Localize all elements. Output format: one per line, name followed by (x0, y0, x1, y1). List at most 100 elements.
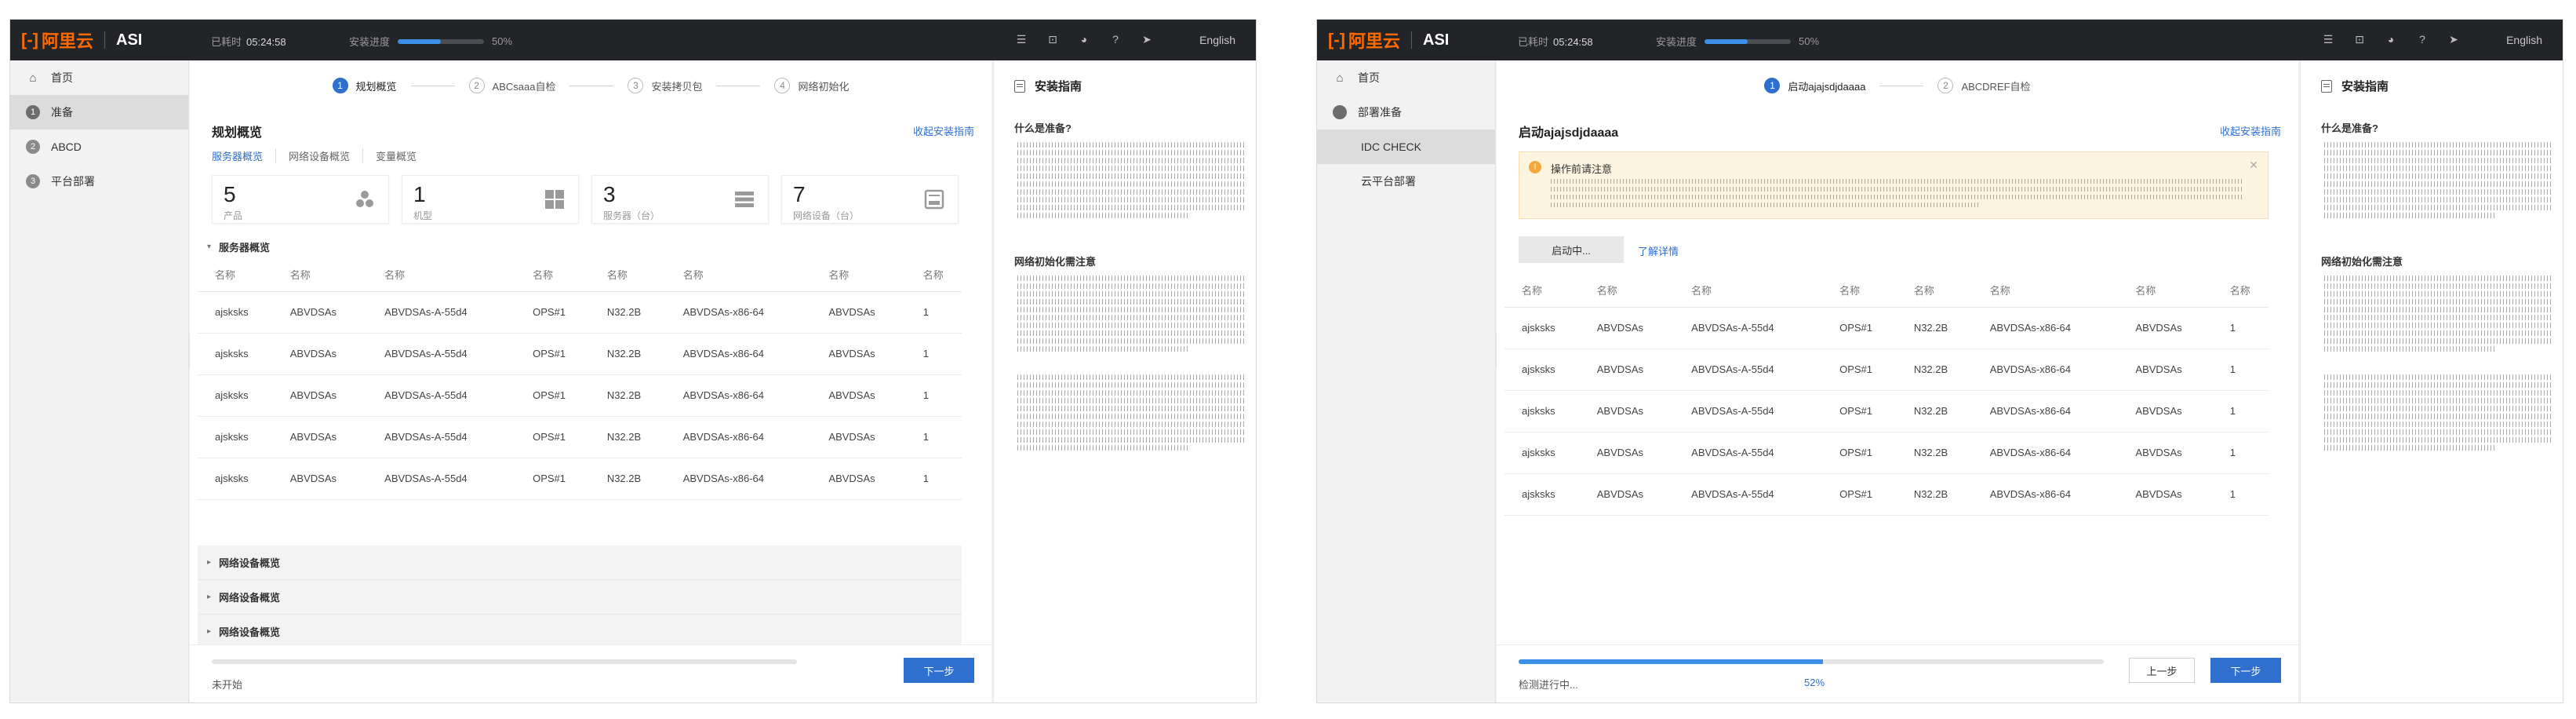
table-cell: N32.2B (1896, 307, 1973, 349)
table-cell: ajsksks (1504, 307, 1580, 349)
table-cell: 1 (905, 458, 962, 500)
tab-variable-overview[interactable]: 变量概览 (376, 148, 429, 163)
collapse-guide-link[interactable]: 收起安装指南 (913, 123, 974, 138)
pointer-icon[interactable]: ➤ (2447, 32, 2461, 46)
prev-button[interactable]: 上一步 (2129, 658, 2195, 683)
help-icon[interactable]: ? (1108, 32, 1122, 46)
table-cell: ABVDSAs-A-55d4 (367, 458, 516, 500)
sidebar-item-home[interactable]: ⌂ 首页 (1317, 60, 1495, 95)
sidebar-item-platform-deploy[interactable]: 3 平台部署 (10, 164, 188, 199)
sidebar-item-label: 部署准备 (1358, 106, 1402, 119)
network-group-1[interactable]: ▸ 网络设备概览 (198, 546, 962, 580)
step-4[interactable]: 4 网络初始化 (774, 78, 849, 93)
group-title: 网络设备概览 (219, 592, 281, 604)
sidebar-item-deploy-prepare[interactable]: 部署准备 (1317, 95, 1495, 130)
table-cell: OPS#1 (515, 333, 590, 375)
box-icon[interactable]: ⊡ (1046, 32, 1060, 46)
table-cell: ABVDSAs (811, 333, 906, 375)
table-cell: ABVDSAs-A-55d4 (367, 333, 516, 375)
network-group-header[interactable]: ▸ 网络设备概览 (198, 580, 962, 615)
table-cell: ABVDSAs (272, 291, 368, 334)
language-switch[interactable]: English (1199, 34, 1235, 46)
tab-network-overview[interactable]: 网络设备概览 (289, 148, 364, 163)
step-1[interactable]: 1 规划概览 (332, 78, 397, 93)
sidebar-item-home[interactable]: ⌂ 首页 (10, 60, 188, 95)
stat-label: 产品 (224, 210, 243, 221)
column-header: 名称 (905, 258, 962, 292)
list-icon[interactable]: ☰ (1014, 32, 1028, 46)
step-label: 安装拷贝包 (651, 80, 703, 93)
table-row[interactable]: ajsksks ABVDSAs ABVDSAs-A-55d4 OPS#1 N32.2B A… (198, 416, 962, 458)
table-cell: ABVDSAs-x86-64 (665, 333, 812, 375)
globe-icon[interactable]: ◕ (2384, 32, 2398, 46)
table-cell: 1 (2212, 307, 2269, 349)
globe-icon[interactable]: ◕ (1077, 32, 1091, 46)
install-progress-fill (398, 38, 442, 44)
table-row[interactable]: ajsksks ABVDSAs ABVDSAs-A-55d4 OPS#1 N32.2B A… (1504, 349, 2269, 391)
text-line (2324, 374, 2553, 380)
text-line (2324, 299, 2553, 305)
step-2[interactable]: 2 ABCDREF自检 (1937, 78, 2031, 93)
language-switch[interactable]: English (2506, 34, 2542, 46)
sidebar-item-idc-check[interactable]: IDC CHECK (1317, 130, 1495, 164)
list-icon[interactable]: ☰ (2321, 32, 2335, 46)
help-icon[interactable]: ? (2415, 32, 2429, 46)
text-line (1017, 330, 1246, 336)
table-row[interactable]: ajsksks ABVDSAs ABVDSAs-A-55d4 OPS#1 N32.2B A… (1504, 390, 2269, 432)
pointer-icon[interactable]: ➤ (1140, 32, 1154, 46)
table-cell: N32.2B (589, 416, 666, 458)
sidebar-item-cloud-deploy[interactable]: 云平台部署 (1317, 164, 1495, 199)
text-line (2324, 429, 2553, 435)
aliyun-logo[interactable]: [-] 阿里云 ASI (21, 29, 142, 51)
text-line (2324, 338, 2553, 344)
install-progress: 安装进度 50% (349, 34, 512, 49)
starting-button[interactable]: 启动中... (1519, 236, 1624, 263)
step-3[interactable]: 3 安装拷贝包 (628, 78, 702, 93)
text-line (2324, 166, 2553, 171)
tab-server-overview[interactable]: 服务器概览 (212, 148, 277, 163)
server-overview-section: ▾ 服务器概览 名称 名称 名称 名称 名称 名称 名称 名称 ajsksks … (198, 235, 962, 500)
step-2[interactable]: 2 ABCsaaa自检 (468, 78, 555, 93)
table-row[interactable]: ajsksks ABVDSAs ABVDSAs-A-55d4 OPS#1 N32.2B A… (198, 374, 962, 417)
text-line (1017, 189, 1246, 195)
table-cell: N32.2B (589, 291, 666, 334)
text-line (1017, 382, 1246, 388)
table-row[interactable]: ajsksks ABVDSAs ABVDSAs-A-55d4 OPS#1 N32.2B A… (198, 291, 962, 334)
elapsed-time: 已耗时 05:24:58 (211, 34, 286, 49)
install-progress-value: 50% (492, 35, 513, 47)
stat-card-models: 1 机型 (402, 175, 579, 224)
learn-more-link[interactable]: 了解详情 (1638, 243, 1679, 258)
table-cell: ABVDSAs-x86-64 (665, 374, 812, 417)
collapse-guide-link[interactable]: 收起安装指南 (2220, 123, 2281, 138)
server-group-header[interactable]: ▾ 服务器概览 (198, 235, 962, 258)
box-icon[interactable]: ⊡ (2352, 32, 2367, 46)
table-cell: 1 (2212, 390, 2269, 432)
caret-down-icon: ▾ (207, 242, 212, 251)
next-button[interactable]: 下一步 (904, 658, 974, 683)
text-line (1551, 187, 2244, 192)
network-group-2[interactable]: ▸ 网络设备概览 (198, 580, 962, 615)
network-group-header[interactable]: ▸ 网络设备概览 (198, 546, 962, 580)
status-text: 未开始 (212, 679, 243, 691)
table-row[interactable]: ajsksks ABVDSAs ABVDSAs-A-55d4 OPS#1 N32.2B A… (1504, 307, 2269, 349)
next-button[interactable]: 下一步 (2210, 658, 2281, 683)
sidebar-item-abcd[interactable]: 2 ABCD (10, 130, 188, 164)
aliyun-logo[interactable]: [-] 阿里云 ASI (1328, 29, 1449, 51)
table-row[interactable]: ajsksks ABVDSAs ABVDSAs-A-55d4 OPS#1 N32.2B A… (1504, 432, 2269, 474)
installer-screen-planning: [-] 阿里云 ASI 已耗时 05:24:58 安装进度 50% ☰ ⊡ ◕ ?… (9, 19, 1257, 703)
table-cell: ABVDSAs (2118, 473, 2213, 516)
text-line (2324, 398, 2553, 403)
table-cell: ABVDSAs-A-55d4 (367, 374, 516, 417)
close-icon[interactable]: ✕ (2249, 159, 2258, 172)
table-row[interactable]: ajsksks ABVDSAs ABVDSAs-A-55d4 OPS#1 N32.2B A… (1504, 473, 2269, 516)
sidebar-item-prepare[interactable]: 1 准备 (10, 95, 188, 130)
table-row[interactable]: ajsksks ABVDSAs ABVDSAs-A-55d4 OPS#1 N32.2B A… (198, 458, 962, 500)
step-1[interactable]: 1 启动ajajsdjdaaaa (1764, 78, 1865, 93)
table-cell: ABVDSAs-A-55d4 (1674, 307, 1823, 349)
footer-bar: 检测进行中... 52% 上一步 下一步 (1497, 644, 2298, 703)
table-cell: N32.2B (1896, 349, 1973, 391)
table-row[interactable]: ajsksks ABVDSAs ABVDSAs-A-55d4 OPS#1 N32.2B A… (198, 333, 962, 375)
text-line (2324, 437, 2553, 443)
stat-label: 网络设备（台） (793, 210, 860, 221)
install-progress-bar (1705, 38, 1792, 44)
